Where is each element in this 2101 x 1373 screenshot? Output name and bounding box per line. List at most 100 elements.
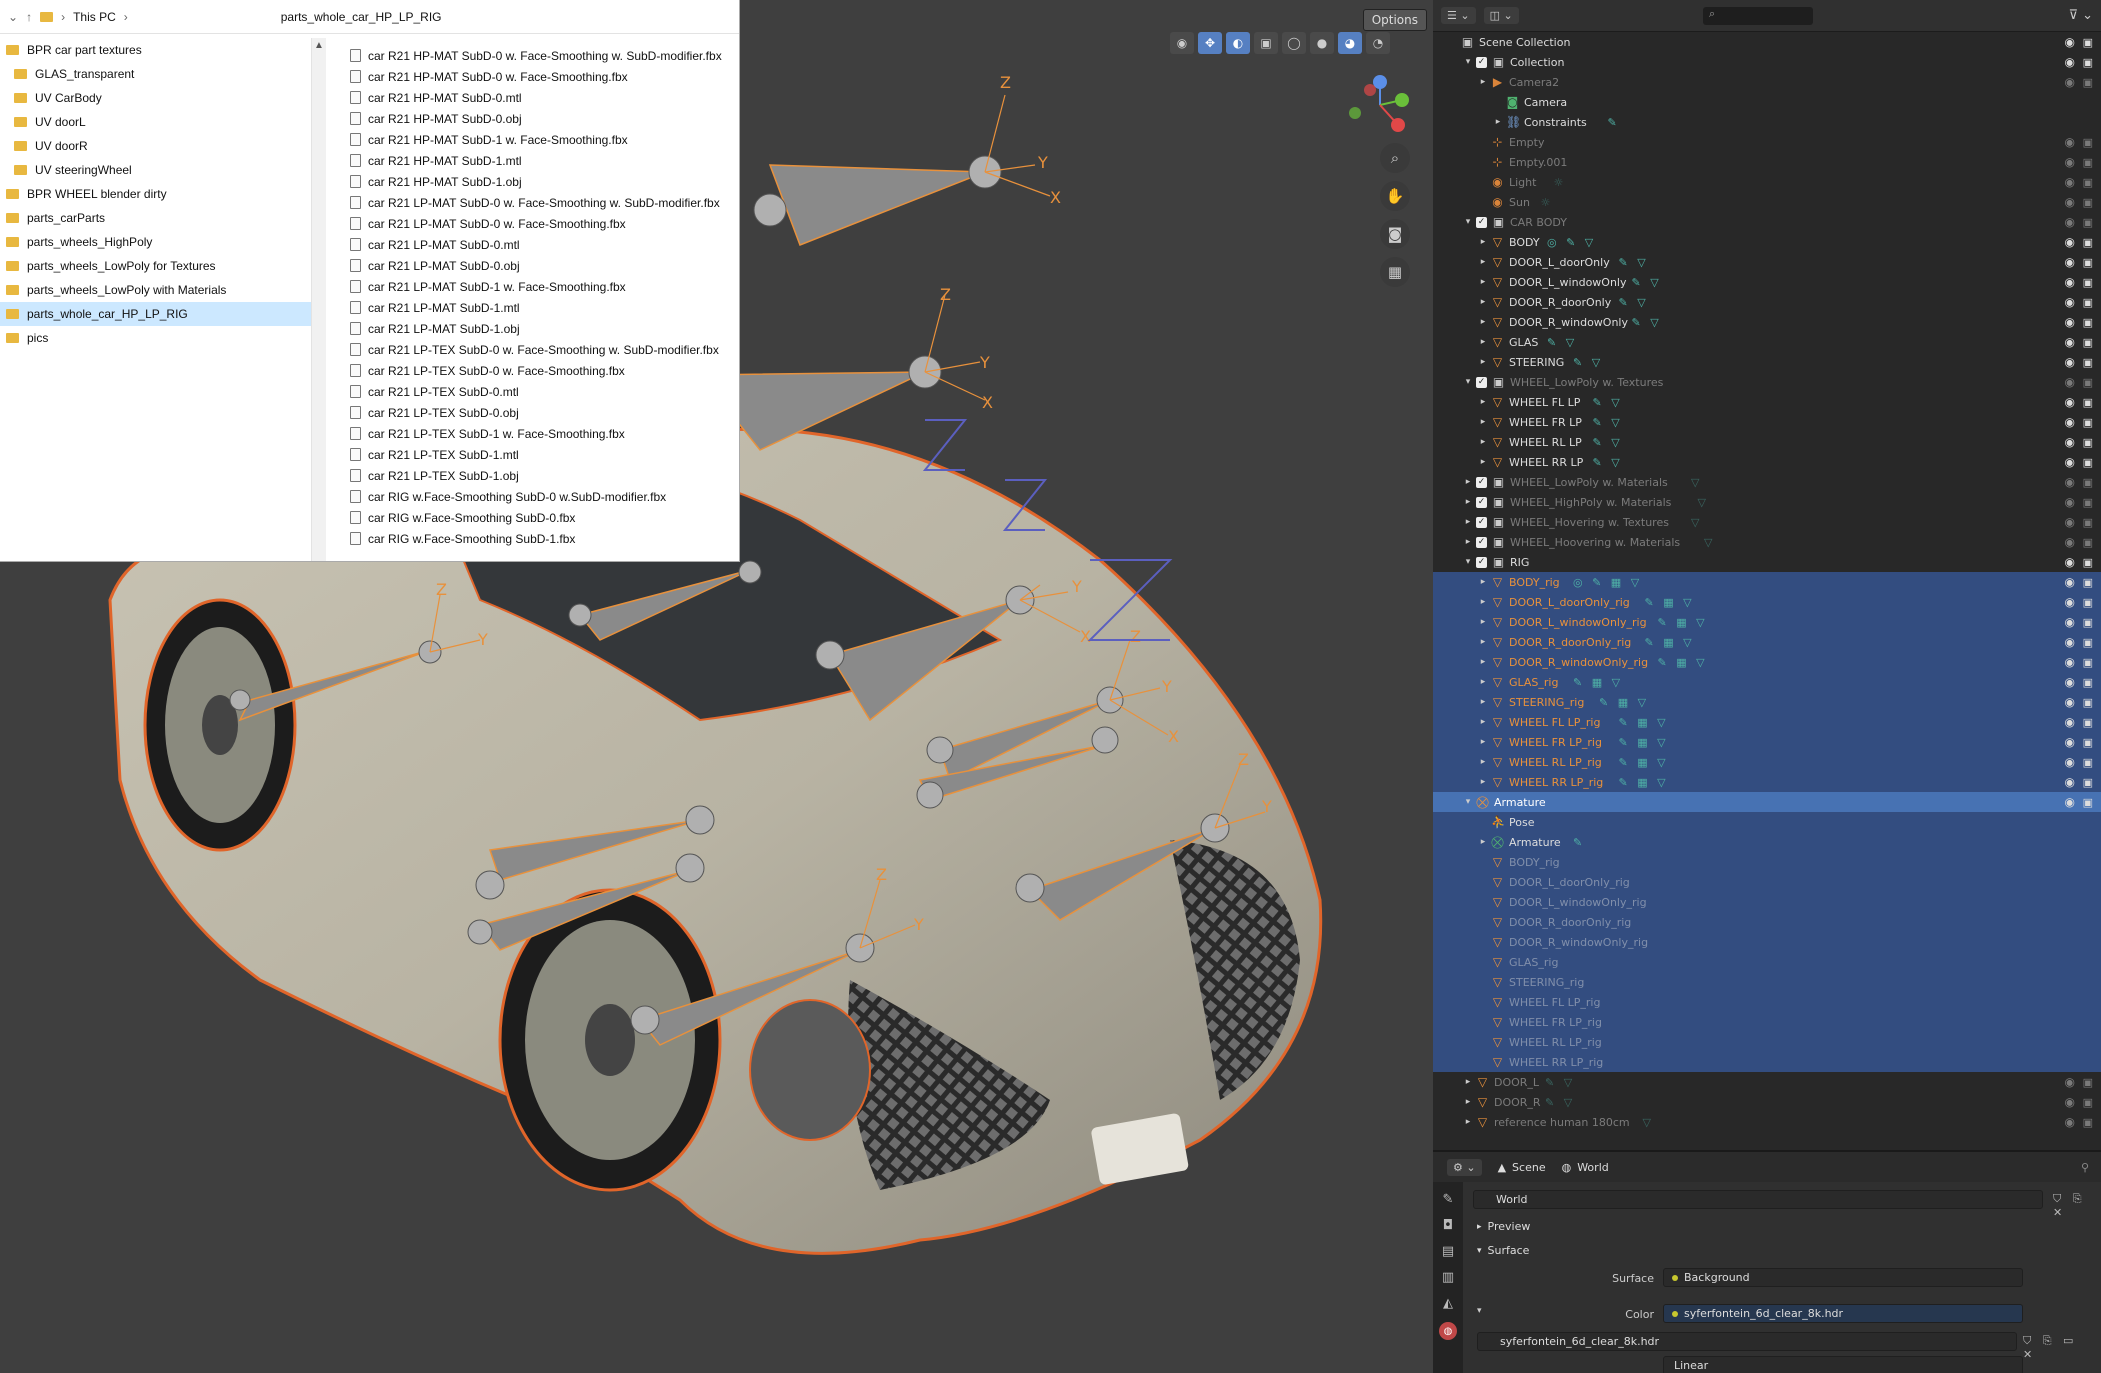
render-camera-icon[interactable]: ▣: [2083, 1096, 2093, 1109]
chevron-right-icon[interactable]: ▸: [1477, 757, 1489, 767]
file-item[interactable]: car R21 HP-MAT SubD-1.mtl: [350, 150, 731, 171]
outliner-row[interactable]: ▸ ▽ WHEEL FR LP ✎ ▽ ◉ ▣: [1433, 412, 2101, 432]
visibility-eye-icon[interactable]: ◉: [2065, 475, 2075, 489]
outliner-row[interactable]: ▽ DOOR_R_doorOnly_rig: [1433, 912, 2101, 932]
outliner-row[interactable]: ▸ ⛓ Constraints ✎: [1433, 112, 2101, 132]
folder-tree-scrollbar[interactable]: ▲: [312, 38, 326, 561]
render-camera-icon[interactable]: ▣: [2083, 276, 2093, 289]
render-camera-icon[interactable]: ▣: [2083, 716, 2093, 729]
render-camera-icon[interactable]: ▣: [2083, 776, 2093, 789]
chevron-right-icon[interactable]: ▸: [1477, 77, 1489, 87]
chevron-right-icon[interactable]: ▸: [1477, 297, 1489, 307]
folder-tree-item[interactable]: parts_wheels_HighPoly: [0, 230, 311, 254]
folder-tree-item[interactable]: UV doorL: [0, 110, 311, 134]
chevron-right-icon[interactable]: ▸: [1477, 717, 1489, 727]
render-camera-icon[interactable]: ▣: [2083, 416, 2093, 429]
file-item[interactable]: car RIG w.Face-Smoothing SubD-0.fbx: [350, 507, 731, 528]
chevron-right-icon[interactable]: ▸: [1477, 637, 1489, 647]
outliner-row[interactable]: ▾ ⛒ Armature ◉ ▣: [1433, 792, 2101, 812]
outliner-row[interactable]: ▸ ▽ DOOR_L_windowOnly_rig ✎ ▦ ▽ ◉ ▣: [1433, 612, 2101, 632]
chevron-right-icon[interactable]: ▸: [1462, 537, 1474, 547]
material-shading-icon[interactable]: ◕: [1338, 32, 1362, 54]
visibility-eye-icon[interactable]: ◉: [2065, 615, 2075, 629]
modifier-data-icons[interactable]: ✎ ▦ ▽: [1658, 656, 1708, 669]
exclude-checkbox[interactable]: ✓: [1476, 56, 1487, 68]
chevron-down-icon[interactable]: ▾: [1462, 57, 1474, 67]
render-tab-icon[interactable]: ◘: [1443, 1218, 1453, 1233]
preview-panel-header[interactable]: ▸ Preview: [1477, 1220, 1530, 1233]
outliner-row[interactable]: ▾ ✓ ▣ CAR BODY ◉ ▣: [1433, 212, 2101, 232]
outliner-row[interactable]: ▾ ✓ ▣ Collection ◉ ▣: [1433, 52, 2101, 72]
visibility-eye-icon[interactable]: ◉: [2065, 215, 2075, 229]
file-item[interactable]: car R21 LP-TEX SubD-0.obj: [350, 402, 731, 423]
render-camera-icon[interactable]: ▣: [2083, 696, 2093, 709]
file-item[interactable]: car R21 HP-MAT SubD-1 w. Face-Smoothing.…: [350, 129, 731, 150]
exclude-checkbox[interactable]: ✓: [1476, 516, 1487, 528]
scroll-up-arrow-icon[interactable]: ▲: [312, 38, 326, 51]
visibility-eye-icon[interactable]: ◉: [2065, 255, 2075, 269]
chevron-down-icon[interactable]: ▾: [1462, 797, 1474, 807]
modifier-data-icons[interactable]: ▽: [1691, 476, 1702, 489]
modifier-data-icons[interactable]: ✎ ▦ ▽: [1619, 776, 1669, 789]
chevron-right-icon[interactable]: ▸: [1477, 737, 1489, 747]
modifier-data-icons[interactable]: ▽: [1704, 536, 1715, 549]
folder-tree-item[interactable]: parts_carParts: [0, 206, 311, 230]
outliner-row[interactable]: ▸ ▽ WHEEL RR LP ✎ ▽ ◉ ▣: [1433, 452, 2101, 472]
visibility-eye-icon[interactable]: ◉: [2065, 435, 2075, 449]
surface-panel-header[interactable]: ▾ Surface: [1477, 1244, 1529, 1257]
view-filter-dropdown[interactable]: ◫ ⌄: [1483, 7, 1519, 24]
chevron-right-icon[interactable]: ▸: [1462, 517, 1474, 527]
outliner-row[interactable]: ▸ ▽ DOOR_R_doorOnly_rig ✎ ▦ ▽ ◉ ▣: [1433, 632, 2101, 652]
chevron-right-icon[interactable]: ▸: [1477, 317, 1489, 327]
outliner-row[interactable]: ▸ ▽ DOOR_R_windowOnly ✎ ▽ ◉ ▣: [1433, 312, 2101, 332]
modifier-data-icons[interactable]: ✎ ▦ ▽: [1619, 736, 1669, 749]
file-item[interactable]: car R21 LP-TEX SubD-0.mtl: [350, 381, 731, 402]
chevron-right-icon[interactable]: ▸: [1477, 397, 1489, 407]
options-button[interactable]: Options: [1362, 9, 1427, 31]
chevron-right-icon[interactable]: ▸: [1477, 237, 1489, 247]
chevron-right-icon[interactable]: ▸: [1477, 437, 1489, 447]
outliner-row[interactable]: ▸ ▽ GLAS_rig ✎ ▦ ▽ ◉ ▣: [1433, 672, 2101, 692]
chevron-right-icon[interactable]: ▸: [1477, 357, 1489, 367]
file-item[interactable]: car R21 LP-TEX SubD-1.mtl: [350, 444, 731, 465]
outliner-row[interactable]: ▸ ▽ BODY_rig ◎ ✎ ▦ ▽ ◉ ▣: [1433, 572, 2101, 592]
pan-hand-icon[interactable]: ✋: [1380, 181, 1410, 211]
render-camera-icon[interactable]: ▣: [2083, 76, 2093, 89]
outliner-row[interactable]: ▸ ▽ BODY ◎ ✎ ▽ ◉ ▣: [1433, 232, 2101, 252]
outliner-row[interactable]: ▸ ▽ WHEEL FR LP_rig ✎ ▦ ▽ ◉ ▣: [1433, 732, 2101, 752]
chevron-down-icon[interactable]: ▾: [1462, 557, 1474, 567]
outliner-row[interactable]: ◉ Sun ☼ ◉ ▣: [1433, 192, 2101, 212]
chevron-right-icon[interactable]: ▸: [1477, 677, 1489, 687]
render-camera-icon[interactable]: ▣: [2083, 376, 2093, 389]
render-camera-icon[interactable]: ▣: [2083, 736, 2093, 749]
file-item[interactable]: car R21 HP-MAT SubD-0 w. Face-Smoothing.…: [350, 66, 731, 87]
modifier-data-icons[interactable]: ☼: [1554, 176, 1567, 189]
modifier-data-icons[interactable]: ▽: [1698, 496, 1709, 509]
folder-tree-item[interactable]: parts_wheels_LowPoly for Textures: [0, 254, 311, 278]
file-item[interactable]: car R21 LP-MAT SubD-0.obj: [350, 255, 731, 276]
modifier-data-icons[interactable]: ✎ ▽: [1545, 1076, 1575, 1089]
modifier-data-icons[interactable]: ✎: [1573, 836, 1585, 849]
exclude-checkbox[interactable]: ✓: [1476, 476, 1487, 488]
outliner-row[interactable]: ⛹ Pose: [1433, 812, 2101, 832]
chevron-right-icon[interactable]: ▸: [1477, 457, 1489, 467]
file-item[interactable]: car RIG w.Face-Smoothing SubD-1.fbx: [350, 528, 731, 549]
folder-tree-item[interactable]: UV steeringWheel: [0, 158, 311, 182]
modifier-data-icons[interactable]: ✎ ▽: [1632, 276, 1662, 289]
modifier-data-icons[interactable]: ✎ ▦ ▽: [1645, 596, 1695, 609]
axis-gizmo[interactable]: [1340, 70, 1420, 140]
world-tab-icon[interactable]: ◍: [1439, 1322, 1457, 1340]
outliner-row[interactable]: ▸ ✓ ▣ WHEEL_Hovering w. Textures ▽ ◉ ▣: [1433, 512, 2101, 532]
outliner-row[interactable]: ▸ ▽ DOOR_R_windowOnly_rig ✎ ▦ ▽ ◉ ▣: [1433, 652, 2101, 672]
visibility-eye-icon[interactable]: ◉: [2065, 635, 2075, 649]
outliner-row[interactable]: ▸ ▶ Camera2 ◉ ▣: [1433, 72, 2101, 92]
datablock-actions-icon[interactable]: ⛉ ⎘ ✕: [2053, 1192, 2093, 1219]
outliner-row[interactable]: ▽ WHEEL RR LP_rig: [1433, 1052, 2101, 1072]
chevron-right-icon[interactable]: ▸: [1477, 337, 1489, 347]
outliner-row[interactable]: ▸ ▽ WHEEL FL LP ✎ ▽ ◉ ▣: [1433, 392, 2101, 412]
folder-tree-item[interactable]: BPR WHEEL blender dirty: [0, 182, 311, 206]
modifier-data-icons[interactable]: ✎ ▦ ▽: [1619, 716, 1669, 729]
modifier-data-icons[interactable]: ✎ ▽: [1593, 396, 1623, 409]
exclude-checkbox[interactable]: ✓: [1476, 376, 1487, 388]
outliner-row[interactable]: ▣ Scene Collection ◉ ▣: [1433, 32, 2101, 52]
